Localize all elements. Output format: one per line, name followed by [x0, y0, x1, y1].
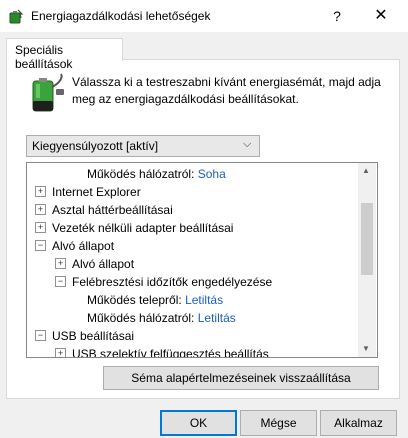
tab-advanced-settings[interactable]: Speciális beállítások — [6, 38, 123, 71]
tree-row[interactable]: − USB beállításai — [35, 327, 134, 345]
tree-row[interactable]: + USB szelektív felfüggesztés beállítás — [55, 345, 269, 357]
chevron-down-icon: ⌵ — [243, 138, 252, 150]
tree-row[interactable]: + Internet Explorer — [35, 183, 141, 201]
tree-row[interactable]: + Alvó állapot — [55, 255, 134, 273]
tree-row[interactable]: − Alvó állapot — [35, 237, 114, 255]
settings-tree[interactable]: Működés hálózatról: Soha + Internet Explo… — [26, 162, 378, 358]
setting-value-link[interactable]: Letiltás — [198, 311, 236, 325]
scroll-down-icon[interactable]: ▼ — [362, 344, 370, 353]
description-text: Válassza ki a testreszabni kívánt energi… — [72, 75, 381, 106]
scrollbar-thumb[interactable] — [361, 203, 373, 275]
setting-value-link[interactable]: Letiltás — [185, 293, 223, 307]
power-options-icon — [9, 9, 24, 24]
collapse-icon[interactable]: − — [55, 276, 66, 288]
cancel-button[interactable]: Mégse — [240, 410, 317, 436]
vertical-scrollbar[interactable]: ▲ ▼ — [358, 163, 376, 357]
restore-defaults-button[interactable]: Séma alapértelmezéseinek visszaállítása — [103, 366, 379, 390]
close-button[interactable]: ✕ — [366, 4, 396, 28]
tab-label: Speciális beállítások — [15, 43, 73, 71]
expand-icon[interactable]: + — [35, 204, 46, 216]
scroll-up-icon[interactable]: ▲ — [362, 166, 370, 175]
dropdown-value: Kiegyensúlyozott [aktív] — [32, 139, 159, 153]
ok-button[interactable]: OK — [160, 410, 237, 436]
tree-row[interactable]: + Vezeték nélküli adapter beállításai — [35, 219, 233, 237]
tree-row: Működés hálózatról: Letiltás — [87, 311, 236, 325]
expand-icon[interactable]: + — [35, 222, 46, 234]
setting-value-link[interactable]: Soha — [198, 167, 226, 181]
help-button[interactable]: ? — [322, 4, 352, 28]
tree-row[interactable]: + Asztal háttérbeállításai — [35, 201, 173, 219]
expand-icon[interactable]: + — [35, 186, 46, 198]
expand-icon[interactable]: + — [55, 258, 66, 270]
collapse-icon[interactable]: − — [35, 330, 46, 342]
tree-row[interactable]: − Felébresztési időzítők engedélyezése — [55, 273, 272, 291]
title-bar: Energiagazdálkodási lehetőségek ? ✕ — [0, 0, 408, 32]
collapse-icon[interactable]: − — [35, 240, 46, 252]
apply-button[interactable]: Alkalmaz — [320, 410, 397, 436]
expand-icon[interactable]: + — [55, 348, 66, 357]
window-title: Energiagazdálkodási lehetőségek — [31, 9, 211, 23]
power-plan-dropdown[interactable]: Kiegyensúlyozott [aktív] ⌵ — [26, 135, 260, 157]
tree-row: Működés telepről: Letiltás — [87, 293, 224, 307]
tree-row: Működés hálózatról: Soha — [87, 167, 226, 181]
battery-icon — [32, 73, 64, 112]
